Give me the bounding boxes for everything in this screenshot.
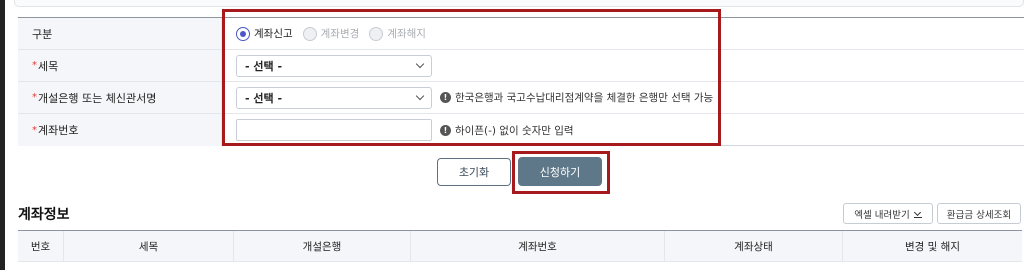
column-header: 계좌번호 xyxy=(411,231,665,261)
reset-button[interactable]: 초기화 xyxy=(437,158,511,186)
column-header: 세목 xyxy=(64,231,234,261)
account-number-label-text: 계좌번호 xyxy=(38,124,79,137)
bank-label-text: 개설은행 또는 체신관서명 xyxy=(38,91,157,105)
required-mark: * xyxy=(32,60,37,71)
apply-button-highlight-frame xyxy=(512,151,610,194)
column-header: 계좌상태 xyxy=(665,231,843,261)
form-highlight-frame xyxy=(222,9,721,146)
refund-detail-label: 환급금 상세조회 xyxy=(946,209,1012,221)
tax-item-label: * 세목 xyxy=(18,50,222,81)
section-title: 계좌정보 xyxy=(18,207,70,223)
table-header-row: 번호 세목 개설은행 계좌번호 계좌상태 변경 및 해지 xyxy=(18,231,1022,262)
category-label-text: 구분 xyxy=(32,27,53,41)
column-header: 번호 xyxy=(18,231,64,261)
left-edge-strip xyxy=(0,0,5,270)
account-number-label: * 계좌번호 xyxy=(18,114,222,146)
bank-label: * 개설은행 또는 체신관서명 xyxy=(18,82,222,113)
download-icon xyxy=(913,209,922,218)
column-header: 변경 및 해지 xyxy=(905,240,960,253)
excel-download-label: 엑셀 내려받기 xyxy=(854,209,910,221)
category-label: 구분 xyxy=(18,18,222,49)
required-mark: * xyxy=(32,124,37,136)
excel-download-button[interactable]: 엑셀 내려받기 xyxy=(843,203,933,224)
previous-section-box xyxy=(14,0,1024,7)
column-header: 개설은행 xyxy=(234,231,411,261)
required-mark: * xyxy=(32,92,37,103)
tax-item-label-text: 세목 xyxy=(38,59,59,73)
account-list-table: 번호 세목 개설은행 계좌번호 계좌상태 변경 및 해지 xyxy=(18,230,1022,270)
refund-detail-button[interactable]: 환급금 상세조회 xyxy=(937,203,1021,224)
